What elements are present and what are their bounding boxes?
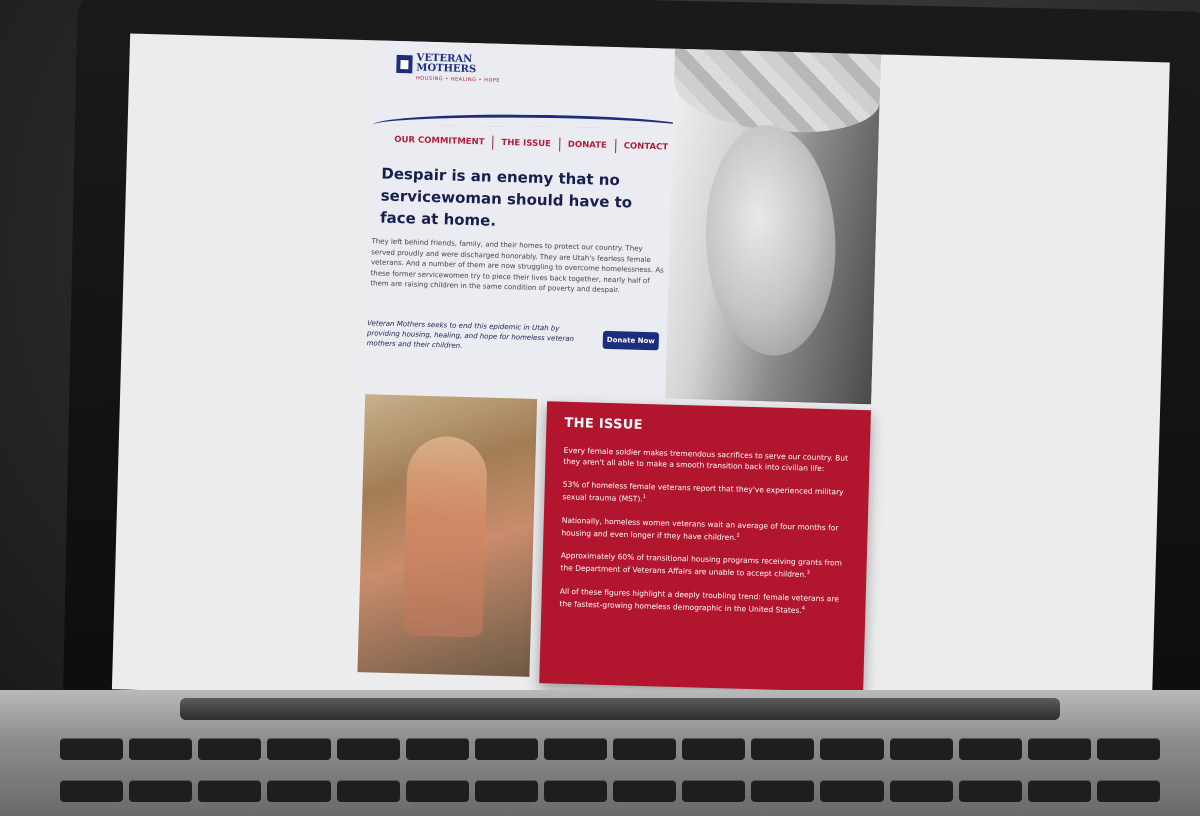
keyboard-key: [682, 738, 746, 760]
hero-section: VETERAN MOTHERS HOUSING • HEALING • HOPE…: [365, 40, 881, 405]
keyboard-key: [543, 780, 607, 802]
nav-contact[interactable]: CONTACT: [616, 139, 677, 155]
website: VETERAN MOTHERS HOUSING • HEALING • HOPE…: [357, 40, 881, 710]
keyboard-key: [751, 738, 815, 760]
logo-wordmark: VETERAN MOTHERS HOUSING • HEALING • HOPE: [415, 52, 501, 84]
keyboard-key: [1096, 780, 1160, 802]
keyboard-key: [60, 780, 124, 802]
keyboard-key: [267, 780, 331, 802]
keyboard-key: [958, 738, 1022, 760]
footnote-marker: 1: [642, 493, 647, 501]
keyboard: [60, 738, 1160, 816]
mother-and-child-photo: [357, 394, 538, 677]
laptop-hinge: [180, 698, 1060, 720]
issue-paragraph: All of these figures highlight a deeply …: [559, 585, 848, 617]
issue-paragraph: Approximately 60% of transitional housin…: [560, 550, 849, 582]
house-icon: [396, 54, 413, 74]
nav-our-commitment[interactable]: OUR COMMITMENT: [386, 132, 494, 150]
keyboard-key: [958, 780, 1022, 802]
keyboard-key: [336, 780, 400, 802]
hero-headline: Despair is an enemy that no servicewoman…: [379, 164, 633, 230]
keyboard-key: [820, 738, 884, 760]
keyboard-key: [682, 780, 746, 802]
footnote-marker: 4: [801, 604, 806, 612]
keyboard-key: [198, 780, 262, 802]
issue-paragraph-text: Nationally, homeless women veterans wait…: [561, 515, 839, 542]
issue-paragraph-text: Approximately 60% of transitional housin…: [560, 550, 843, 580]
keyboard-key: [129, 780, 193, 802]
issue-paragraph: Every female soldier makes tremendous sa…: [563, 445, 852, 475]
keyboard-key: [405, 738, 469, 760]
keyboard-key: [1027, 738, 1091, 760]
issue-paragraph-text: 53% of homeless female veterans report t…: [562, 479, 844, 504]
hero-body-text: They left behind friends, family, and th…: [370, 237, 664, 295]
issue-paragraph-text: All of these figures highlight a deeply …: [559, 586, 840, 615]
logo-tagline: HOUSING • HEALING • HOPE: [415, 75, 501, 84]
keyboard-key: [474, 780, 538, 802]
donate-now-button[interactable]: Donate Now: [602, 330, 660, 351]
header-divider: [372, 113, 693, 129]
nav-the-issue[interactable]: THE ISSUE: [493, 135, 561, 152]
keyboard-key: [1096, 738, 1160, 760]
keyboard-key: [613, 738, 677, 760]
keyboard-key: [336, 738, 400, 760]
logo-line-2: MOTHERS: [416, 62, 477, 76]
keyboard-key: [60, 738, 124, 760]
keyboard-key: [820, 780, 884, 802]
issue-paragraph: Nationally, homeless women veterans wait…: [561, 514, 850, 546]
issue-paragraph: 53% of homeless female veterans report t…: [562, 479, 851, 511]
keyboard-key: [751, 780, 815, 802]
mother-figure-image: [402, 435, 489, 638]
keyboard-key: [267, 738, 331, 760]
main-nav: OUR COMMITMENT THE ISSUE DONATE CONTACT: [386, 132, 677, 155]
keyboard-key: [889, 738, 953, 760]
footnote-marker: 2: [736, 532, 740, 539]
nav-donate[interactable]: DONATE: [559, 137, 616, 154]
site-logo[interactable]: VETERAN MOTHERS HOUSING • HEALING • HOPE: [396, 52, 501, 84]
issue-title: THE ISSUE: [564, 415, 643, 433]
issue-panel: THE ISSUE Every female soldier makes tre…: [539, 401, 871, 693]
laptop-screen: VETERAN MOTHERS HOUSING • HEALING • HOPE…: [111, 33, 1170, 719]
keyboard-key: [198, 738, 262, 760]
keyboard-key: [613, 780, 677, 802]
keyboard-key: [129, 738, 193, 760]
footnote-marker: 3: [806, 569, 810, 576]
keyboard-key: [405, 780, 469, 802]
keyboard-key: [1027, 780, 1091, 802]
keyboard-key: [543, 738, 607, 760]
keyboard-key: [889, 780, 953, 802]
keyboard-key: [474, 738, 538, 760]
mission-statement: Veteran Mothers seeks to end this epidem…: [366, 319, 575, 350]
issue-paragraph-text: Every female soldier makes tremendous sa…: [563, 445, 849, 474]
